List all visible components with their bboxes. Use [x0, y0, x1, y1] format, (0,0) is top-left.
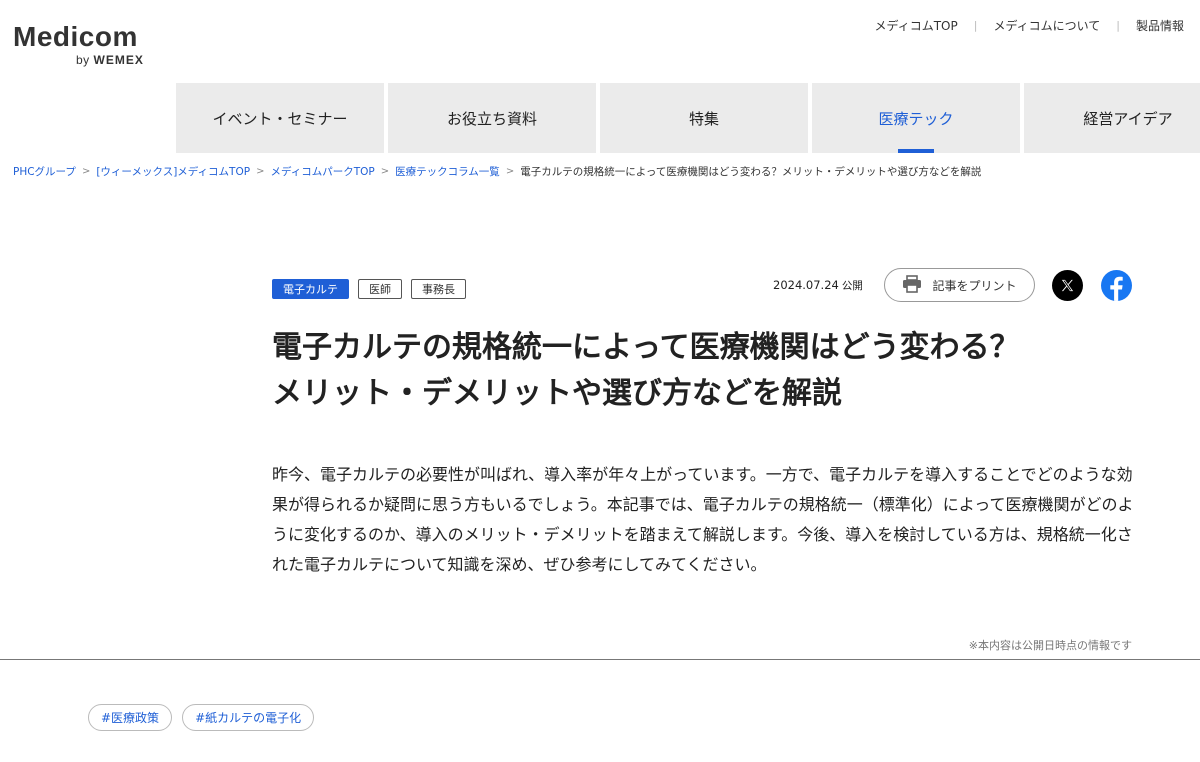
top-link-products[interactable]: 製品情報 — [1136, 17, 1184, 34]
article-title-line: 電子カルテの規格統一によって医療機関はどう変わる？ — [272, 330, 1020, 365]
printer-icon — [902, 274, 922, 296]
nav-tab-events[interactable]: イベント・セミナー — [176, 83, 384, 153]
chevron-right-icon: > — [81, 166, 91, 177]
audience-tag[interactable]: 事務長 — [411, 279, 466, 299]
hashtag[interactable]: #紙カルテの電子化 — [182, 704, 315, 731]
top-links: メディコムTOP | メディコムについて | 製品情報 — [875, 17, 1184, 34]
breadcrumb: PHCグループ > [ウィーメックス]メディコムTOP > メディコムパークTO… — [13, 164, 981, 179]
breadcrumb-current: 電子カルテの規格統一によって医療機関はどう変わる？メリット・デメリットや選び方な… — [520, 166, 982, 178]
global-nav: イベント・セミナー お役立ち資料 特集 医療テック 経営アイデア — [176, 83, 1200, 153]
article-title: 電子カルテの規格統一によって医療機関はどう変わる？ メリット・デメリットや選び方… — [272, 325, 1142, 417]
publish-date: 2024.07.24 公開 — [773, 278, 863, 292]
audience-tag[interactable]: 医師 — [358, 279, 402, 299]
hashtag[interactable]: #医療政策 — [88, 704, 173, 731]
logo-wordmark: Medicom — [13, 21, 138, 52]
divider — [0, 659, 1200, 660]
top-link-medicom-top[interactable]: メディコムTOP — [875, 17, 958, 34]
hashtag-list: #医療政策 #紙カルテの電子化 — [88, 704, 315, 731]
breadcrumb-link[interactable]: PHCグループ — [13, 164, 76, 179]
breadcrumb-link[interactable]: メディコムパークTOP — [270, 164, 374, 179]
article-lead: 昨今、電子カルテの必要性が叫ばれ、導入率が年々上がっています。一方で、電子カルテ… — [272, 465, 1134, 574]
print-article-button[interactable]: 記事をプリント — [884, 268, 1035, 302]
top-link-divider: | — [973, 19, 978, 32]
nav-tab-resources[interactable]: お役立ち資料 — [388, 83, 596, 153]
top-link-about[interactable]: メディコムについて — [993, 17, 1100, 34]
x-logo-icon[interactable] — [1052, 270, 1083, 301]
top-link-divider: | — [1116, 19, 1120, 32]
chevron-right-icon: > — [505, 166, 515, 177]
medicom-logo[interactable]: Medicom by WEMEX — [13, 21, 163, 68]
nav-tab-medical-tech[interactable]: 医療テック — [812, 83, 1020, 153]
article-title-line: メリット・デメリットや選び方などを解説 — [272, 376, 842, 411]
facebook-icon[interactable] — [1101, 270, 1132, 301]
nav-tab-management-ideas[interactable]: 経営アイデア — [1024, 83, 1200, 153]
logo-subtitle: by WEMEX — [76, 53, 144, 67]
info-note: ※本内容は公開日時点の情報です — [968, 639, 1132, 652]
breadcrumb-link[interactable]: [ウィーメックス]メディコムTOP — [96, 164, 250, 179]
article-tags: 電子カルテ 医師 事務長 — [272, 279, 466, 299]
chevron-right-icon: > — [256, 166, 265, 177]
nav-tab-features[interactable]: 特集 — [600, 83, 808, 153]
breadcrumb-link[interactable]: 医療テックコラム一覧 — [395, 164, 500, 179]
print-label: 記事をプリント — [932, 278, 1017, 293]
chevron-right-icon: > — [380, 166, 390, 177]
category-tag[interactable]: 電子カルテ — [272, 279, 349, 299]
